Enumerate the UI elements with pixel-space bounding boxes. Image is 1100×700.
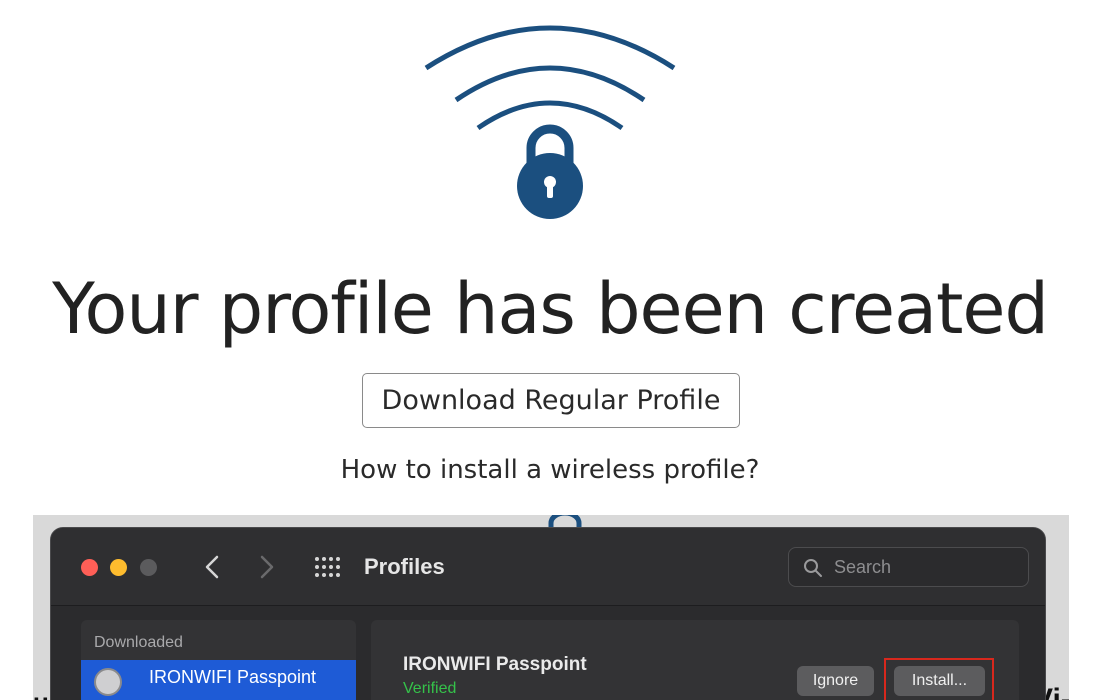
profiles-screenshot: u Vi- Profiles	[33, 515, 1069, 700]
grid-icon[interactable]	[314, 556, 342, 578]
search-placeholder: Search	[834, 557, 892, 577]
ignore-button[interactable]: Ignore	[797, 666, 874, 696]
search-icon	[804, 559, 822, 577]
close-traffic-light-icon[interactable]	[81, 559, 98, 576]
profile-detail-pane: IRONWIFI Passpoint Verified Ignore Insta…	[371, 620, 1019, 700]
chevron-left-icon[interactable]	[201, 552, 223, 582]
zoom-traffic-light-icon[interactable]	[140, 559, 157, 576]
minimize-traffic-light-icon[interactable]	[110, 559, 127, 576]
verified-status: Verified	[403, 680, 457, 697]
wifi-lock-icon	[420, 8, 680, 223]
sidebar-item-label: IRONWIFI Passpoint	[149, 667, 317, 687]
search-field[interactable]: Search	[788, 547, 1029, 587]
window-title: Profiles	[364, 554, 445, 579]
sidebar-section-header: Downloaded	[94, 634, 183, 651]
profile-name: IRONWIFI Passpoint	[403, 654, 587, 675]
download-profile-button[interactable]: Download Regular Profile	[362, 373, 740, 428]
install-button[interactable]: Install...	[894, 666, 985, 696]
install-help-link[interactable]: How to install a wireless profile?	[0, 455, 1100, 485]
chevron-right-icon[interactable]	[256, 552, 278, 582]
cropped-text-left: u	[33, 687, 49, 700]
page-title: Your profile has been created	[52, 268, 1049, 350]
profiles-sidebar: Downloaded IRONWIFI Passpoint	[81, 620, 356, 700]
profiles-window: Profiles Search Downloaded IRONWIFI Pass…	[50, 527, 1046, 700]
sidebar-item-ironwifi-passpoint[interactable]: IRONWIFI Passpoint	[81, 660, 356, 700]
profile-gear-icon	[94, 668, 122, 696]
window-titlebar: Profiles Search	[51, 528, 1045, 606]
